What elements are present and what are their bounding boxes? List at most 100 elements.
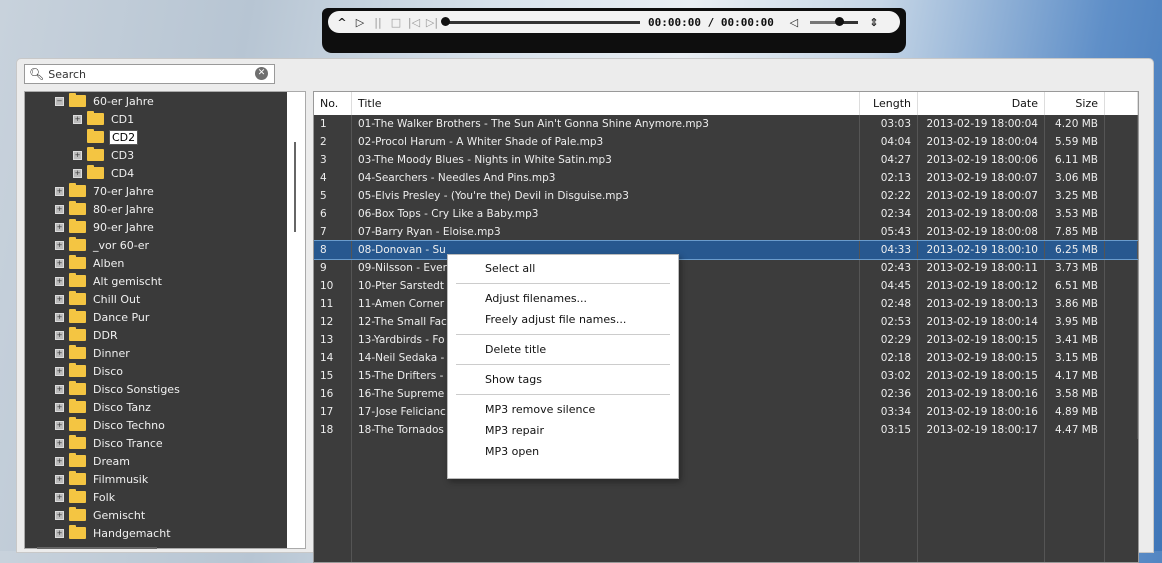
table-row[interactable]: 9 09-Nilsson - Ever 02:43 2013-02-19 18:00:… xyxy=(314,259,1138,277)
table-row[interactable]: 16 16-The Supreme 02:36 2013-02-19 18:00:16… xyxy=(314,385,1138,403)
table-row[interactable]: 14 14-Neil Sedaka -02:18 2013-02-19 18:00:… xyxy=(314,349,1138,367)
tree-item[interactable]: + Disco Tanz xyxy=(25,398,287,416)
tree-item[interactable]: + Dance Pur xyxy=(25,308,287,326)
menu-item[interactable]: Delete title xyxy=(448,339,678,360)
stop-icon[interactable]: □ xyxy=(388,14,404,30)
menu-item[interactable]: MP3 repair xyxy=(448,420,678,441)
expand-icon[interactable]: + xyxy=(55,348,64,358)
expand-icon[interactable]: + xyxy=(55,474,64,484)
tree-item[interactable]: + CD4 xyxy=(25,164,287,182)
tree-item[interactable]: − 60-er Jahre xyxy=(25,92,287,110)
cell-filler xyxy=(1105,421,1138,439)
table-row[interactable]: 17 17-Jose Felicianc 03:34 2013-02-19 18:00… xyxy=(314,403,1138,421)
expand-icon[interactable]: + xyxy=(55,366,64,376)
table-row[interactable]: 3 03-The Moody Blues - Nights in White Sa… xyxy=(314,151,1138,169)
expand-icon[interactable]: + xyxy=(55,456,64,466)
expand-icon[interactable]: + xyxy=(55,330,64,340)
tree-item[interactable]: + Folk xyxy=(25,488,287,506)
tree-scroll-thumb[interactable] xyxy=(294,142,296,232)
collapse-icon[interactable]: ^ xyxy=(334,14,350,30)
volume-knob[interactable] xyxy=(834,16,844,26)
tree-item[interactable]: + Disco Sonstiges xyxy=(25,380,287,398)
column-title[interactable]: Title xyxy=(352,92,860,115)
tree-item[interactable]: + Filmmusik xyxy=(25,470,287,488)
expand-icon[interactable]: + xyxy=(55,438,64,448)
column-size[interactable]: Size xyxy=(1045,92,1105,115)
expand-icon[interactable]: + xyxy=(55,294,64,304)
tree-item[interactable]: + Alben xyxy=(25,254,287,272)
table-row[interactable]: 11 11-Amen Corner 02:48 2013-02-19 18:00:13… xyxy=(314,295,1138,313)
table-row[interactable]: 7 07-Barry Ryan - Eloise.mp3 05:43 2013-02-… xyxy=(314,223,1138,241)
next-icon[interactable]: ▷| xyxy=(424,14,440,30)
column-date[interactable]: Date xyxy=(918,92,1045,115)
previous-icon[interactable]: |◁ xyxy=(406,14,422,30)
menu-item[interactable]: Select all xyxy=(448,258,678,279)
seek-knob[interactable] xyxy=(441,16,450,26)
expand-icon[interactable]: + xyxy=(55,204,64,214)
tree-item[interactable]: + Alt gemischt xyxy=(25,272,287,290)
table-row[interactable]: 1 01-The Walker Brothers - The Sun Ain't … xyxy=(314,115,1138,133)
expand-icon[interactable]: + xyxy=(55,384,64,394)
volume-slider[interactable] xyxy=(809,16,858,26)
expand-icon[interactable]: + xyxy=(55,312,64,322)
table-row[interactable]: 6 06-Box Tops - Cry Like a Baby.mp3 02:34 2… xyxy=(314,205,1138,223)
expand-icon[interactable]: + xyxy=(55,510,64,520)
cell-size: 4.17 MB xyxy=(1045,367,1105,385)
expand-icon[interactable]: + xyxy=(73,168,82,178)
tree-item[interactable]: + _vor 60-er xyxy=(25,236,287,254)
column-no[interactable]: No. xyxy=(314,92,352,115)
table-row[interactable]: 18 18-The Tornados 03:15 2013-02-19 18:00:1… xyxy=(314,421,1138,439)
tree-item[interactable]: + Dream xyxy=(25,452,287,470)
tree-item[interactable]: +70-er Jahre xyxy=(25,182,287,200)
table-row[interactable]: 10 10-Pter Sarstedt 04:45 2013-02-19 18:00:… xyxy=(314,277,1138,295)
menu-item[interactable]: MP3 remove silence xyxy=(448,399,678,420)
expand-icon[interactable]: + xyxy=(55,402,64,412)
tree-item[interactable]: + Handgemacht xyxy=(25,524,287,542)
expand-icon[interactable]: + xyxy=(73,114,82,124)
expand-icon[interactable]: + xyxy=(73,150,82,160)
menu-item[interactable]: MP3 open xyxy=(448,441,678,462)
table-row[interactable]: 8 08-Donovan - Su 04:33 2013-02-19 18:00:10… xyxy=(314,240,1138,260)
tree-item[interactable]: + Gemischt xyxy=(25,506,287,524)
table-row[interactable]: 12 12-The Small Fac 02:53 2013-02-19 18:00:… xyxy=(314,313,1138,331)
tree-item[interactable]: + CD1 xyxy=(25,110,287,128)
expand-icon[interactable]: + xyxy=(55,528,64,538)
cell-no: 8 xyxy=(314,241,352,259)
tree-item[interactable]: + CD3 xyxy=(25,146,287,164)
expand-icon[interactable]: + xyxy=(55,258,64,268)
volume-icon[interactable]: ◁ xyxy=(786,14,802,30)
tree-item[interactable]: +80-er Jahre xyxy=(25,200,287,218)
clear-search-icon[interactable]: ✕ xyxy=(255,67,268,80)
horizontal-scroll-thumb[interactable] xyxy=(37,547,157,549)
play-icon[interactable]: ▷ xyxy=(352,14,368,30)
tree-item[interactable]: + Disco Techno xyxy=(25,416,287,434)
tree-item[interactable]: + Disco xyxy=(25,362,287,380)
table-row[interactable]: 15 15-The Drifters -03:02 2013-02-19 18:00… xyxy=(314,367,1138,385)
table-row[interactable]: 2 02-Procol Harum - A Whiter Shade of Pal… xyxy=(314,133,1138,151)
expand-icon[interactable]: + xyxy=(55,240,64,250)
column-length[interactable]: Length xyxy=(860,92,918,115)
menu-item[interactable]: Freely adjust file names... xyxy=(448,309,678,330)
tree-scrollbar[interactable] xyxy=(289,92,303,548)
collapse-icon[interactable]: − xyxy=(55,96,64,106)
search-input[interactable]: 🔍︎ Search ✕ xyxy=(24,64,275,84)
table-row[interactable]: 13 13-Yardbirds - Fo 02:29 2013-02-19 18:00… xyxy=(314,331,1138,349)
tree-item[interactable]: + DDR xyxy=(25,326,287,344)
table-row[interactable]: 4 04-Searchers - Needles And Pins.mp3 02:1… xyxy=(314,169,1138,187)
expand-icon[interactable]: ⇕ xyxy=(866,14,882,30)
expand-icon[interactable]: + xyxy=(55,276,64,286)
expand-icon[interactable]: + xyxy=(55,420,64,430)
tree-item[interactable]: + Dinner xyxy=(25,344,287,362)
expand-icon[interactable]: + xyxy=(55,222,64,232)
expand-icon[interactable]: + xyxy=(55,186,64,196)
menu-item[interactable]: Show tags xyxy=(448,369,678,390)
tree-item[interactable]: CD2 xyxy=(25,128,287,146)
tree-item[interactable]: + Disco Trance xyxy=(25,434,287,452)
pause-icon[interactable]: || xyxy=(370,14,386,30)
tree-item[interactable]: +90-er Jahre xyxy=(25,218,287,236)
seek-slider[interactable] xyxy=(441,16,640,26)
tree-item[interactable]: + Chill Out xyxy=(25,290,287,308)
expand-icon[interactable]: + xyxy=(55,492,64,502)
menu-item[interactable]: Adjust filenames... xyxy=(448,288,678,309)
table-row[interactable]: 5 05-Elvis Presley - (You're the) Devil i… xyxy=(314,187,1138,205)
